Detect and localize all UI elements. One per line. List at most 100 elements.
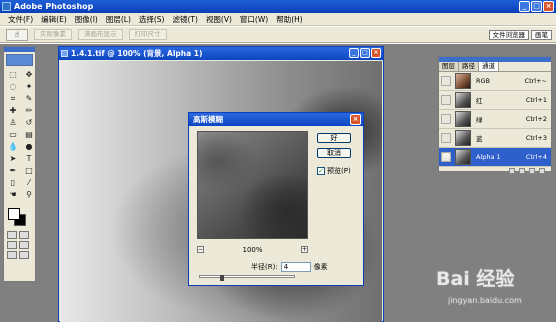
menu-layer[interactable]: 图层(L) [102, 14, 135, 25]
channel-shortcut: Ctrl+1 [525, 96, 547, 104]
doc-close-button[interactable]: × [371, 48, 381, 58]
toolbox: ⬚ ✥ ◌ ✦ ⌗ ✎ ✚ ✏ ♙ ↺ ▭ ▤ 💧 ● ➤ T ✒ □ ▯ ⁄ … [3, 46, 36, 282]
channel-row-rgb[interactable]: RGB Ctrl+~ [439, 72, 551, 91]
app-titlebar: Adobe Photoshop _ □ × [0, 0, 556, 13]
channel-thumbnail [455, 73, 471, 89]
tab-channels[interactable]: 通道 [479, 62, 499, 71]
gradient-tool-icon[interactable]: ▤ [22, 130, 36, 140]
document-titlebar[interactable]: 1.4.1.tif @ 100% (背景, Alpha 1) _ □ × [59, 47, 383, 60]
menu-image[interactable]: 图像(I) [71, 14, 102, 25]
slider-thumb[interactable] [220, 275, 224, 281]
tab-paths[interactable]: 路径 [459, 62, 479, 71]
blur-preview[interactable] [197, 131, 308, 239]
doc-minimize-button[interactable]: _ [349, 48, 359, 58]
screen-mode-fullscreen-icon[interactable] [7, 251, 17, 259]
menu-edit[interactable]: 编辑(E) [37, 14, 71, 25]
print-size-button[interactable]: 打印尺寸 [128, 29, 167, 40]
visibility-toggle[interactable] [441, 133, 451, 143]
slice-tool-icon[interactable]: ✎ [22, 94, 36, 104]
radius-slider[interactable] [199, 275, 295, 281]
zoom-in-button[interactable]: + [301, 246, 308, 253]
channel-thumbnail [455, 149, 471, 165]
menu-window[interactable]: 窗口(W) [236, 14, 272, 25]
maximize-button[interactable]: □ [531, 1, 542, 12]
trash-icon[interactable] [539, 168, 545, 174]
gaussian-blur-dialog: 高斯模糊 × 好 取消 ✓ 预览(P) − 100% + 半径(R): 4 像素 [188, 112, 364, 286]
fit-on-screen-button[interactable]: 满画布显示 [78, 29, 123, 40]
screen-mode-full-icon[interactable] [19, 241, 29, 249]
document-icon [61, 50, 68, 57]
channel-row-alpha1[interactable]: 👁 Alpha 1 Ctrl+4 [439, 148, 551, 167]
channel-shortcut: Ctrl+3 [525, 134, 547, 142]
eraser-tool-icon[interactable]: ▭ [6, 130, 20, 140]
foreground-color[interactable] [8, 208, 20, 220]
menu-select[interactable]: 选择(S) [135, 14, 169, 25]
screen-mode-standard-icon[interactable] [7, 241, 17, 249]
checkmark-icon[interactable]: ✓ [317, 167, 325, 175]
shape-tool-icon[interactable]: □ [22, 166, 36, 176]
dialog-titlebar[interactable]: 高斯模糊 × [189, 113, 363, 126]
radius-label: 半径(R): [251, 263, 278, 271]
visibility-toggle[interactable] [441, 76, 451, 86]
minimize-button[interactable]: _ [519, 1, 530, 12]
menu-file[interactable]: 文件(F) [4, 14, 37, 25]
type-tool-icon[interactable]: T [22, 154, 36, 164]
color-swatches [6, 206, 33, 228]
radius-input[interactable]: 4 [280, 262, 311, 272]
toolbox-header[interactable] [4, 47, 35, 52]
dodge-tool-icon[interactable]: ● [22, 142, 36, 152]
actual-pixels-button[interactable]: 实际像素 [34, 29, 72, 40]
marquee-tool-icon[interactable]: ⬚ [6, 70, 20, 80]
save-selection-icon[interactable] [519, 168, 525, 174]
eyedropper-tool-icon[interactable]: ⁄ [22, 178, 36, 188]
lasso-tool-icon[interactable]: ◌ [6, 82, 20, 92]
menu-view[interactable]: 视图(V) [202, 14, 236, 25]
channel-row-red[interactable]: 红 Ctrl+1 [439, 91, 551, 110]
healing-brush-icon[interactable]: ✚ [6, 106, 20, 116]
channel-row-blue[interactable]: 蓝 Ctrl+3 [439, 129, 551, 148]
channel-name: 红 [476, 97, 483, 105]
visibility-toggle[interactable] [441, 114, 451, 124]
photoshop-logo-icon[interactable] [6, 54, 33, 66]
channel-name: 绿 [476, 116, 483, 124]
tool-preset-picker[interactable]: ☝ [6, 28, 28, 41]
preview-checkbox[interactable]: ✓ 预览(P) [317, 166, 351, 176]
ok-button[interactable]: 好 [317, 133, 351, 143]
hand-tool-icon[interactable]: ☚ [6, 190, 20, 200]
panel-footer [439, 167, 551, 175]
standard-mode-icon[interactable] [7, 231, 17, 239]
file-browser-tab[interactable]: 文件浏览器 [488, 30, 529, 40]
path-selection-icon[interactable]: ➤ [6, 154, 20, 164]
move-tool-icon[interactable]: ✥ [22, 70, 36, 80]
blur-tool-icon[interactable]: 💧 [6, 142, 20, 152]
visibility-toggle[interactable] [441, 95, 451, 105]
cancel-button[interactable]: 取消 [317, 148, 351, 158]
brushes-tab[interactable]: 画笔 [531, 30, 552, 40]
channel-shortcut: Ctrl+4 [525, 153, 547, 161]
jump-to-imageready-icon[interactable] [19, 251, 29, 259]
pen-tool-icon[interactable]: ✒ [6, 166, 20, 176]
watermark-url: jingyan.baidu.com [448, 296, 522, 305]
crop-tool-icon[interactable]: ⌗ [6, 94, 20, 104]
channel-row-green[interactable]: 绿 Ctrl+2 [439, 110, 551, 129]
menu-filter[interactable]: 滤镜(T) [169, 14, 202, 25]
menu-help[interactable]: 帮助(H) [272, 14, 307, 25]
eye-icon[interactable]: 👁 [441, 152, 451, 162]
dialog-close-button[interactable]: × [350, 114, 361, 125]
channel-thumbnail [455, 130, 471, 146]
close-button[interactable]: × [543, 1, 554, 12]
tab-layers[interactable]: 图层 [439, 62, 459, 71]
history-brush-icon[interactable]: ↺ [22, 118, 36, 128]
notes-tool-icon[interactable]: ▯ [6, 178, 20, 188]
doc-maximize-button[interactable]: □ [360, 48, 370, 58]
new-channel-icon[interactable] [529, 168, 535, 174]
menubar: 文件(F) 编辑(E) 图像(I) 图层(L) 选择(S) 滤镜(T) 视图(V… [0, 13, 556, 26]
load-selection-icon[interactable] [509, 168, 515, 174]
channel-thumbnail [455, 111, 471, 127]
quick-mask-icon[interactable] [19, 231, 29, 239]
zoom-tool-icon[interactable]: ⚲ [22, 190, 36, 200]
stamp-tool-icon[interactable]: ♙ [6, 118, 20, 128]
channel-name: Alpha 1 [476, 153, 501, 161]
magic-wand-tool-icon[interactable]: ✦ [22, 82, 36, 92]
brush-tool-icon[interactable]: ✏ [22, 106, 36, 116]
